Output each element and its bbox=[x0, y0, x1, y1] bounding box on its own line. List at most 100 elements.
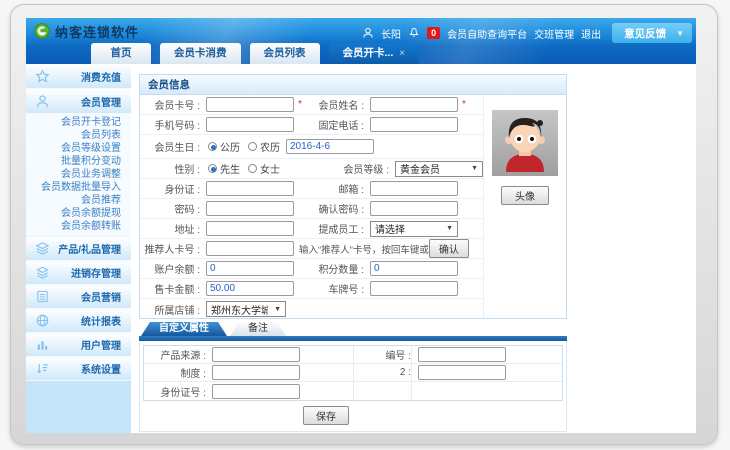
link-shift-management[interactable]: 交班管理 bbox=[534, 26, 574, 41]
sidebar-item-user-management[interactable]: 用户管理 bbox=[26, 333, 131, 357]
sidebar-subitem-batch-import[interactable]: 会员数据批量导入 bbox=[26, 181, 131, 194]
sidebar-subitem-member-referral[interactable]: 会员推荐 bbox=[26, 194, 131, 207]
current-user[interactable]: 长阳 bbox=[381, 26, 401, 41]
table-row: 制度 : 2 : bbox=[144, 364, 562, 382]
globe-icon bbox=[26, 313, 54, 328]
selected-value: 黄金会员 bbox=[400, 161, 440, 176]
tab-card-consume[interactable]: 会员卡消费 bbox=[160, 43, 241, 64]
member-info-panel: 会员信息 会员卡号 : * 会员姓名 : * 手机号码 : 固定电话 : bbox=[139, 74, 567, 319]
avatar-button[interactable]: 头像 bbox=[501, 186, 549, 205]
system-input[interactable] bbox=[212, 365, 300, 380]
sidebar-item-label: 系统设置 bbox=[54, 361, 131, 376]
bell-icon[interactable] bbox=[408, 27, 420, 39]
tab-member-list[interactable]: 会员列表 bbox=[250, 43, 320, 64]
email-input[interactable] bbox=[370, 181, 458, 196]
radio-label: 公历 bbox=[220, 139, 240, 154]
stack-icon bbox=[26, 265, 54, 280]
number-input[interactable] bbox=[418, 347, 506, 362]
plate-number-input[interactable] bbox=[370, 281, 458, 296]
sidebar-subitem-level-setting[interactable]: 会员等级设置 bbox=[26, 142, 131, 155]
radio-solar-calendar[interactable] bbox=[208, 142, 217, 151]
sidebar-subitem-balance-withdraw[interactable]: 会员余额提现 bbox=[26, 207, 131, 220]
sidebar-item-label: 会员营销 bbox=[54, 289, 131, 304]
form-row: 手机号码 : 固定电话 : bbox=[140, 115, 483, 135]
confirm-button[interactable]: 确认 bbox=[429, 239, 469, 258]
tab-member-open-card[interactable]: 会员开卡... × bbox=[329, 43, 420, 64]
user-icon bbox=[362, 27, 374, 39]
field-label: 密码 : bbox=[140, 201, 200, 216]
nav-tab-bar: 首页 会员卡消费 会员列表 会员开卡... × bbox=[91, 43, 419, 64]
field-label: 手机号码 : bbox=[140, 117, 200, 132]
radio-gender-female[interactable] bbox=[248, 164, 257, 173]
sidebar-item-inventory[interactable]: 进销存管理 bbox=[26, 261, 131, 285]
product-source-input[interactable] bbox=[212, 347, 300, 362]
commission-staff-select[interactable]: 请选择 ▼ bbox=[370, 221, 458, 237]
notification-badge[interactable]: 0 bbox=[427, 27, 440, 39]
custom-attributes-body: 产品来源 : 编号 : 制度 : 2 : 身份证号 : bbox=[139, 341, 567, 432]
field-label: 确认密码 : bbox=[306, 201, 364, 216]
card-icon bbox=[26, 289, 54, 304]
member-name-input[interactable] bbox=[370, 97, 458, 112]
sidebar-item-label: 消费充值 bbox=[54, 69, 131, 84]
id-card-input[interactable] bbox=[206, 181, 294, 196]
sidebar-subitem-batch-points[interactable]: 批量积分变动 bbox=[26, 155, 131, 168]
sidebar-item-label: 用户管理 bbox=[54, 337, 131, 352]
app-logo-icon bbox=[34, 23, 50, 39]
field2-input[interactable] bbox=[418, 365, 506, 380]
sidebar-item-member-marketing[interactable]: 会员营销 bbox=[26, 285, 131, 309]
custom-tab-bar: 自定义属性 备注 bbox=[139, 322, 567, 336]
confirm-password-input[interactable] bbox=[370, 201, 458, 216]
link-logout[interactable]: 退出 bbox=[581, 26, 601, 41]
birthday-input[interactable] bbox=[286, 139, 374, 154]
password-input[interactable] bbox=[206, 201, 294, 216]
telephone-input[interactable] bbox=[370, 117, 458, 132]
address-input[interactable] bbox=[206, 221, 294, 236]
card-price-input[interactable] bbox=[206, 281, 294, 296]
field-label: 售卡金额 : bbox=[140, 281, 200, 296]
sidebar-subitem-member-list[interactable]: 会员列表 bbox=[26, 129, 131, 142]
form-row: 售卡金额 : 车牌号 : bbox=[140, 279, 483, 299]
id-number-input[interactable] bbox=[212, 384, 300, 399]
app-surface: 纳客连锁软件 长阳 0 会员自助查询平台 交班管理 退出 意见反馈 ▼ 首页 会… bbox=[26, 18, 696, 433]
sidebar-subitem-business-adjust[interactable]: 会员业务调整 bbox=[26, 168, 131, 181]
field-label: 邮箱 : bbox=[306, 181, 364, 196]
sidebar-member-submenu: 会员开卡登记 会员列表 会员等级设置 批量积分变动 会员业务调整 会员数据批量导… bbox=[26, 114, 131, 237]
form-row: 所属店铺 : 郑州东大学城华水 ▼ bbox=[140, 299, 483, 319]
panel-title: 会员信息 bbox=[140, 75, 566, 95]
sidebar-item-system-settings[interactable]: 系统设置 bbox=[26, 357, 131, 381]
custom-attributes-table: 产品来源 : 编号 : 制度 : 2 : 身份证号 : bbox=[143, 345, 563, 401]
sidebar-item-statistics[interactable]: 统计报表 bbox=[26, 309, 131, 333]
sidebar-subitem-open-card[interactable]: 会员开卡登记 bbox=[26, 116, 131, 129]
save-button[interactable]: 保存 bbox=[303, 406, 349, 425]
tab-custom-attributes[interactable]: 自定义属性 bbox=[141, 322, 227, 336]
referrer-hint: 输入“推荐人”卡号，按回车键或 bbox=[299, 242, 429, 256]
field-label: 会员生日 : bbox=[140, 139, 200, 154]
link-member-portal[interactable]: 会员自助查询平台 bbox=[447, 26, 527, 41]
points-input[interactable] bbox=[370, 261, 458, 276]
radio-gender-male[interactable] bbox=[208, 164, 217, 173]
tab-home[interactable]: 首页 bbox=[91, 43, 151, 64]
card-number-input[interactable] bbox=[206, 97, 294, 112]
member-form: 会员卡号 : * 会员姓名 : * 手机号码 : 固定电话 : 会员生日 : bbox=[140, 95, 483, 318]
sidebar-subitem-balance-transfer[interactable]: 会员余额转账 bbox=[26, 220, 131, 233]
layers-icon bbox=[26, 241, 54, 256]
bar-chart-icon bbox=[26, 337, 54, 352]
person-icon bbox=[26, 94, 54, 109]
sidebar-item-member-management[interactable]: 会员管理 bbox=[26, 89, 131, 114]
sidebar-item-consume-recharge[interactable]: 消费充值 bbox=[26, 64, 131, 89]
mobile-input[interactable] bbox=[206, 117, 294, 132]
required-mark: * bbox=[294, 99, 306, 110]
feedback-button[interactable]: 意见反馈 ▼ bbox=[612, 23, 692, 43]
chevron-down-icon: ▼ bbox=[465, 165, 478, 172]
member-level-select[interactable]: 黄金会员 ▼ bbox=[395, 161, 483, 177]
referrer-card-input[interactable] bbox=[206, 241, 294, 256]
form-row: 会员生日 : 公历 农历 bbox=[140, 135, 483, 159]
close-icon[interactable]: × bbox=[399, 43, 405, 64]
field-label: 积分数量 : bbox=[306, 261, 364, 276]
account-balance-input[interactable] bbox=[206, 261, 294, 276]
tab-remark[interactable]: 备注 bbox=[230, 322, 286, 336]
sidebar-item-product-gift[interactable]: 产品/礼品管理 bbox=[26, 237, 131, 261]
form-row: 地址 : 提成员工 : 请选择 ▼ bbox=[140, 219, 483, 239]
store-select[interactable]: 郑州东大学城华水 ▼ bbox=[206, 301, 286, 317]
radio-lunar-calendar[interactable] bbox=[248, 142, 257, 151]
